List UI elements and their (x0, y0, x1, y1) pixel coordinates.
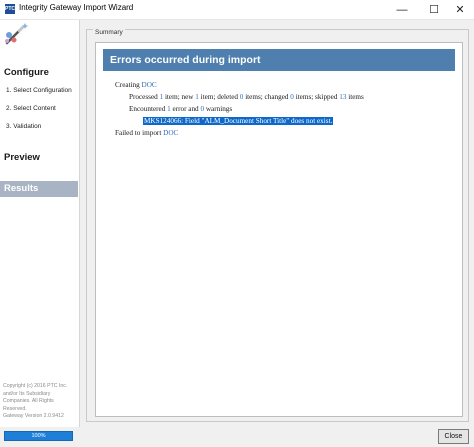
deleted-count: 0 (239, 93, 244, 101)
stats-text: item; new (164, 93, 194, 101)
stats-text: items; skipped (295, 93, 338, 101)
wizard-sidebar: Configure 1. Select Configuration 2. Sel… (0, 20, 80, 447)
maximize-icon: ☐ (429, 4, 439, 16)
error-message-line[interactable]: MKS124066: Field "ALM_Document Short Tit… (143, 117, 334, 125)
creating-label: Creating (115, 81, 140, 89)
close-icon: ✕ (455, 4, 465, 16)
copyright-line: Copyright (c) 2016 PTC Inc. (3, 383, 68, 389)
step-select-content[interactable]: 2. Select Content (6, 105, 56, 112)
stats-line: Processed 1 item; new 1 item; deleted 0 … (129, 93, 364, 101)
processed-count: 1 (159, 93, 164, 101)
wand-logo-icon (5, 23, 28, 45)
encountered-label: Encountered (129, 105, 166, 113)
minimize-icon: — (396, 3, 408, 16)
error-header-text: Errors occurred during import (110, 54, 261, 66)
encountered-line: Encountered 1 error and 0 warnings (129, 105, 232, 113)
results-section-title: Results (4, 183, 39, 194)
window-title: Integrity Gateway Import Wizard (19, 3, 134, 12)
copyright-line: and/or Its Subsidiary (3, 390, 51, 397)
minimize-button[interactable]: — (388, 0, 416, 19)
window-body: Configure 1. Select Configuration 2. Sel… (0, 20, 474, 447)
wizard-footer: 100% Close (0, 427, 474, 447)
stats-text: item; deleted (200, 93, 238, 101)
close-button[interactable]: Close (438, 429, 469, 444)
progress-bar: 100% (4, 431, 73, 441)
close-window-button[interactable]: ✕ (446, 0, 474, 19)
results-section-selected[interactable]: Results (0, 181, 78, 197)
copyright-text: Copyright (c) 2016 PTC Inc. and/or Its S… (3, 383, 76, 421)
warning-count: 0 (200, 105, 205, 113)
maximize-button[interactable]: ☐ (420, 0, 448, 19)
error-word: error and (172, 105, 199, 113)
failed-doc-link[interactable]: DOC (163, 129, 178, 137)
summary-content-panel: Errors occurred during import Creating D… (95, 42, 463, 417)
configure-section-title: Configure (4, 67, 49, 78)
stats-text: items (348, 93, 364, 101)
stats-processed-label: Processed (129, 93, 158, 101)
error-header-bar: Errors occurred during import (103, 49, 455, 71)
summary-group-label: Summary (93, 29, 125, 36)
version-text: Gateway Version 2.0.9412 (3, 413, 64, 419)
skipped-count: 13 (339, 93, 347, 101)
copyright-line: Reserved. (3, 405, 27, 412)
creating-line: Creating DOC (115, 81, 157, 89)
stats-text: items; changed (245, 93, 289, 101)
progress-label: 100% (31, 433, 46, 439)
doc-link[interactable]: DOC (142, 81, 157, 89)
title-bar: PTC Integrity Gateway Import Wizard — ☐ … (0, 0, 474, 20)
new-count: 1 (195, 93, 199, 101)
preview-section-title[interactable]: Preview (4, 152, 40, 163)
error-message-text[interactable]: MKS124066: Field "ALM_Document Short Tit… (143, 117, 334, 125)
ptc-app-icon: PTC (5, 4, 15, 14)
changed-count: 0 (290, 93, 294, 101)
warnings-word: warnings (205, 105, 233, 113)
failed-line: Failed to import DOC (115, 129, 178, 137)
copyright-line: Companies. All Rights (3, 398, 54, 404)
step-select-configuration[interactable]: 1. Select Configuration (6, 87, 72, 94)
failed-label: Failed to import (115, 129, 162, 137)
step-validation[interactable]: 3. Validation (6, 123, 41, 130)
summary-group: Summary Errors occurred during import Cr… (86, 29, 469, 422)
error-count: 1 (167, 105, 171, 113)
